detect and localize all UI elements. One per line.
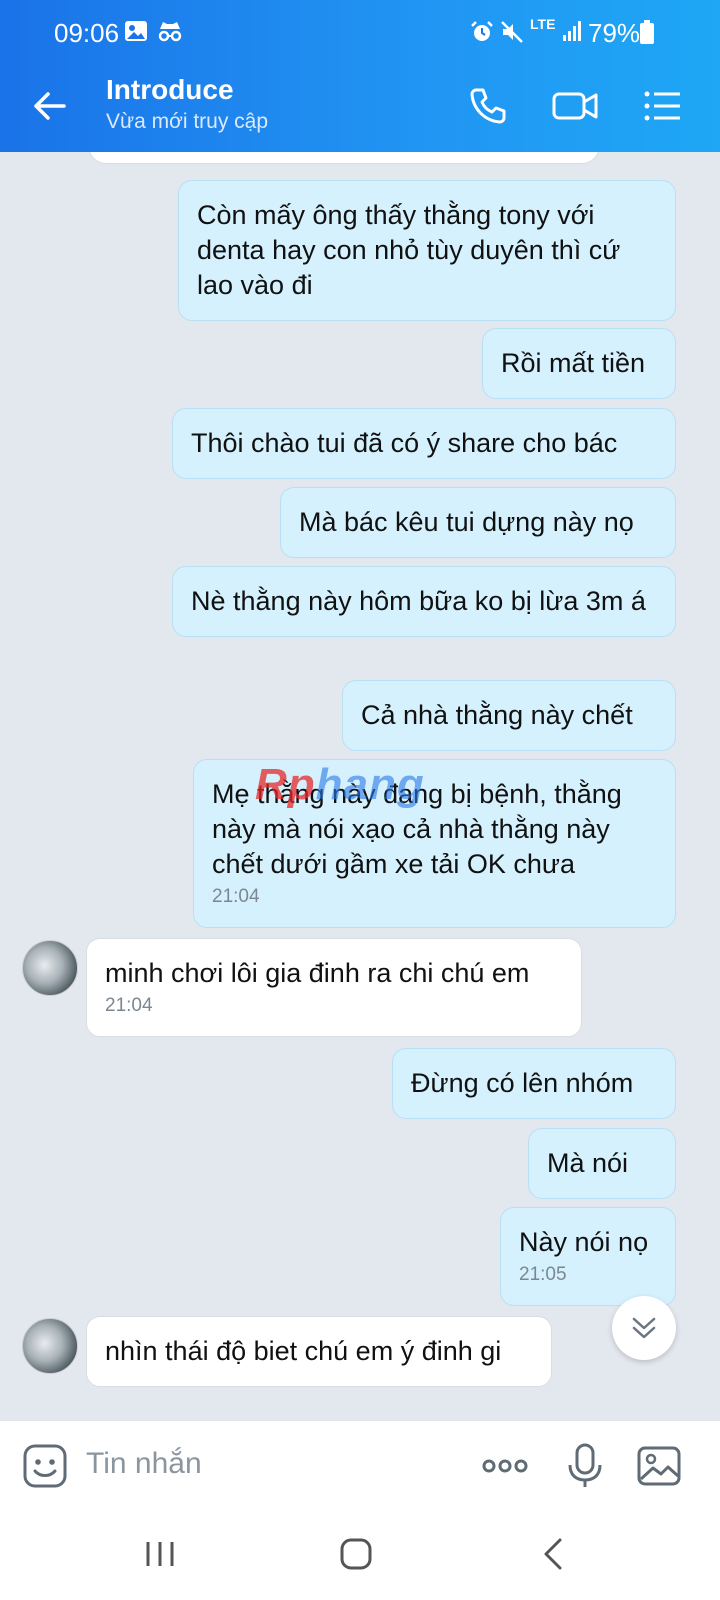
image-icon[interactable] [636, 1443, 682, 1489]
message-input-bar: Tin nhắn [0, 1420, 720, 1511]
recent-apps-icon[interactable] [138, 1532, 182, 1576]
gallery-notification-icon [125, 21, 147, 41]
avatar[interactable] [22, 1318, 78, 1374]
message-bubble-out[interactable]: Cả nhà thằng này chết [342, 680, 676, 751]
back-arrow-icon[interactable] [30, 86, 70, 126]
message-text: Thôi chào tui đã có ý share cho bác [191, 428, 618, 458]
previous-message-edge [88, 152, 600, 164]
message-bubble-out[interactable]: Thôi chào tui đã có ý share cho bác [172, 408, 676, 479]
status-bar: 09:06 LTE 79% [0, 0, 720, 60]
avatar[interactable] [22, 940, 78, 996]
system-nav-bar [0, 1510, 720, 1600]
message-text: Cả nhà thằng này chết [361, 700, 633, 730]
message-bubble-out[interactable]: Mẹ thằng này đang bị bệnh, thằng này mà … [193, 759, 676, 928]
message-text: minh chơi lôi gia đinh ra chi chú em [105, 958, 530, 988]
incognito-icon [158, 22, 182, 42]
message-bubble-out[interactable]: Đừng có lên nhóm [392, 1048, 676, 1119]
more-dots-icon[interactable] [480, 1443, 530, 1489]
message-bubble-in[interactable]: nhìn thái độ biet chú em ý đinh gi [86, 1316, 552, 1387]
message-text: Mà bác kêu tui dựng này nọ [299, 507, 634, 537]
video-call-icon[interactable] [551, 84, 599, 128]
conversation-title[interactable]: Introduce [106, 74, 234, 106]
chevron-double-down-icon [632, 1317, 656, 1339]
message-time: 21:04 [105, 995, 153, 1016]
mute-icon [501, 21, 523, 43]
message-time: 21:04 [212, 886, 260, 907]
home-icon[interactable] [334, 1532, 378, 1576]
network-type: LTE [530, 16, 556, 32]
message-bubble-out[interactable]: Mà nói [528, 1128, 676, 1199]
message-text: Mẹ thằng này đang bị bệnh, thằng này mà … [212, 779, 622, 879]
scroll-to-bottom-button[interactable] [612, 1296, 676, 1360]
message-text: Rồi mất tiền [501, 348, 646, 378]
message-text: Này nói nọ [519, 1227, 649, 1257]
message-text: Nè thằng này hôm bữa ko bị lừa 3m á [191, 586, 646, 616]
message-bubble-out[interactable]: Mà bác kêu tui dựng này nọ [280, 487, 676, 558]
message-bubble-out[interactable]: Nè thằng này hôm bữa ko bị lừa 3m á [172, 566, 676, 637]
sticker-icon[interactable] [22, 1443, 68, 1489]
message-bubble-in[interactable]: minh chơi lôi gia đinh ra chi chú em 21:… [86, 938, 582, 1037]
message-text: nhìn thái độ biet chú em ý đinh gi [105, 1336, 502, 1366]
message-bubble-out[interactable]: Còn mấy ông thấy thằng tony với denta ha… [178, 180, 676, 321]
phone-icon[interactable] [466, 84, 510, 128]
battery-level: 79% [588, 18, 641, 48]
alarm-icon [471, 21, 493, 41]
battery-icon [640, 20, 654, 44]
message-text: Còn mấy ông thấy thằng tony với denta ha… [197, 200, 621, 300]
chat-header: Introduce Vừa mới truy cập [0, 60, 720, 152]
message-bubble-out[interactable]: Rồi mất tiền [482, 328, 676, 399]
microphone-icon[interactable] [562, 1443, 608, 1489]
last-seen-status: Vừa mới truy cập [106, 110, 269, 133]
message-text: Đừng có lên nhóm [411, 1068, 634, 1098]
message-list[interactable]: Còn mấy ông thấy thằng tony với denta ha… [0, 152, 720, 1420]
status-time: 09:06 [54, 18, 120, 48]
message-text: Mà nói [547, 1148, 629, 1178]
menu-list-icon[interactable] [640, 84, 684, 128]
message-input[interactable]: Tin nhắn [86, 1447, 202, 1481]
message-time: 21:05 [519, 1264, 567, 1285]
message-bubble-out[interactable]: Này nói nọ 21:05 [500, 1207, 676, 1306]
signal-icon [563, 21, 581, 41]
back-nav-icon[interactable] [532, 1532, 576, 1576]
